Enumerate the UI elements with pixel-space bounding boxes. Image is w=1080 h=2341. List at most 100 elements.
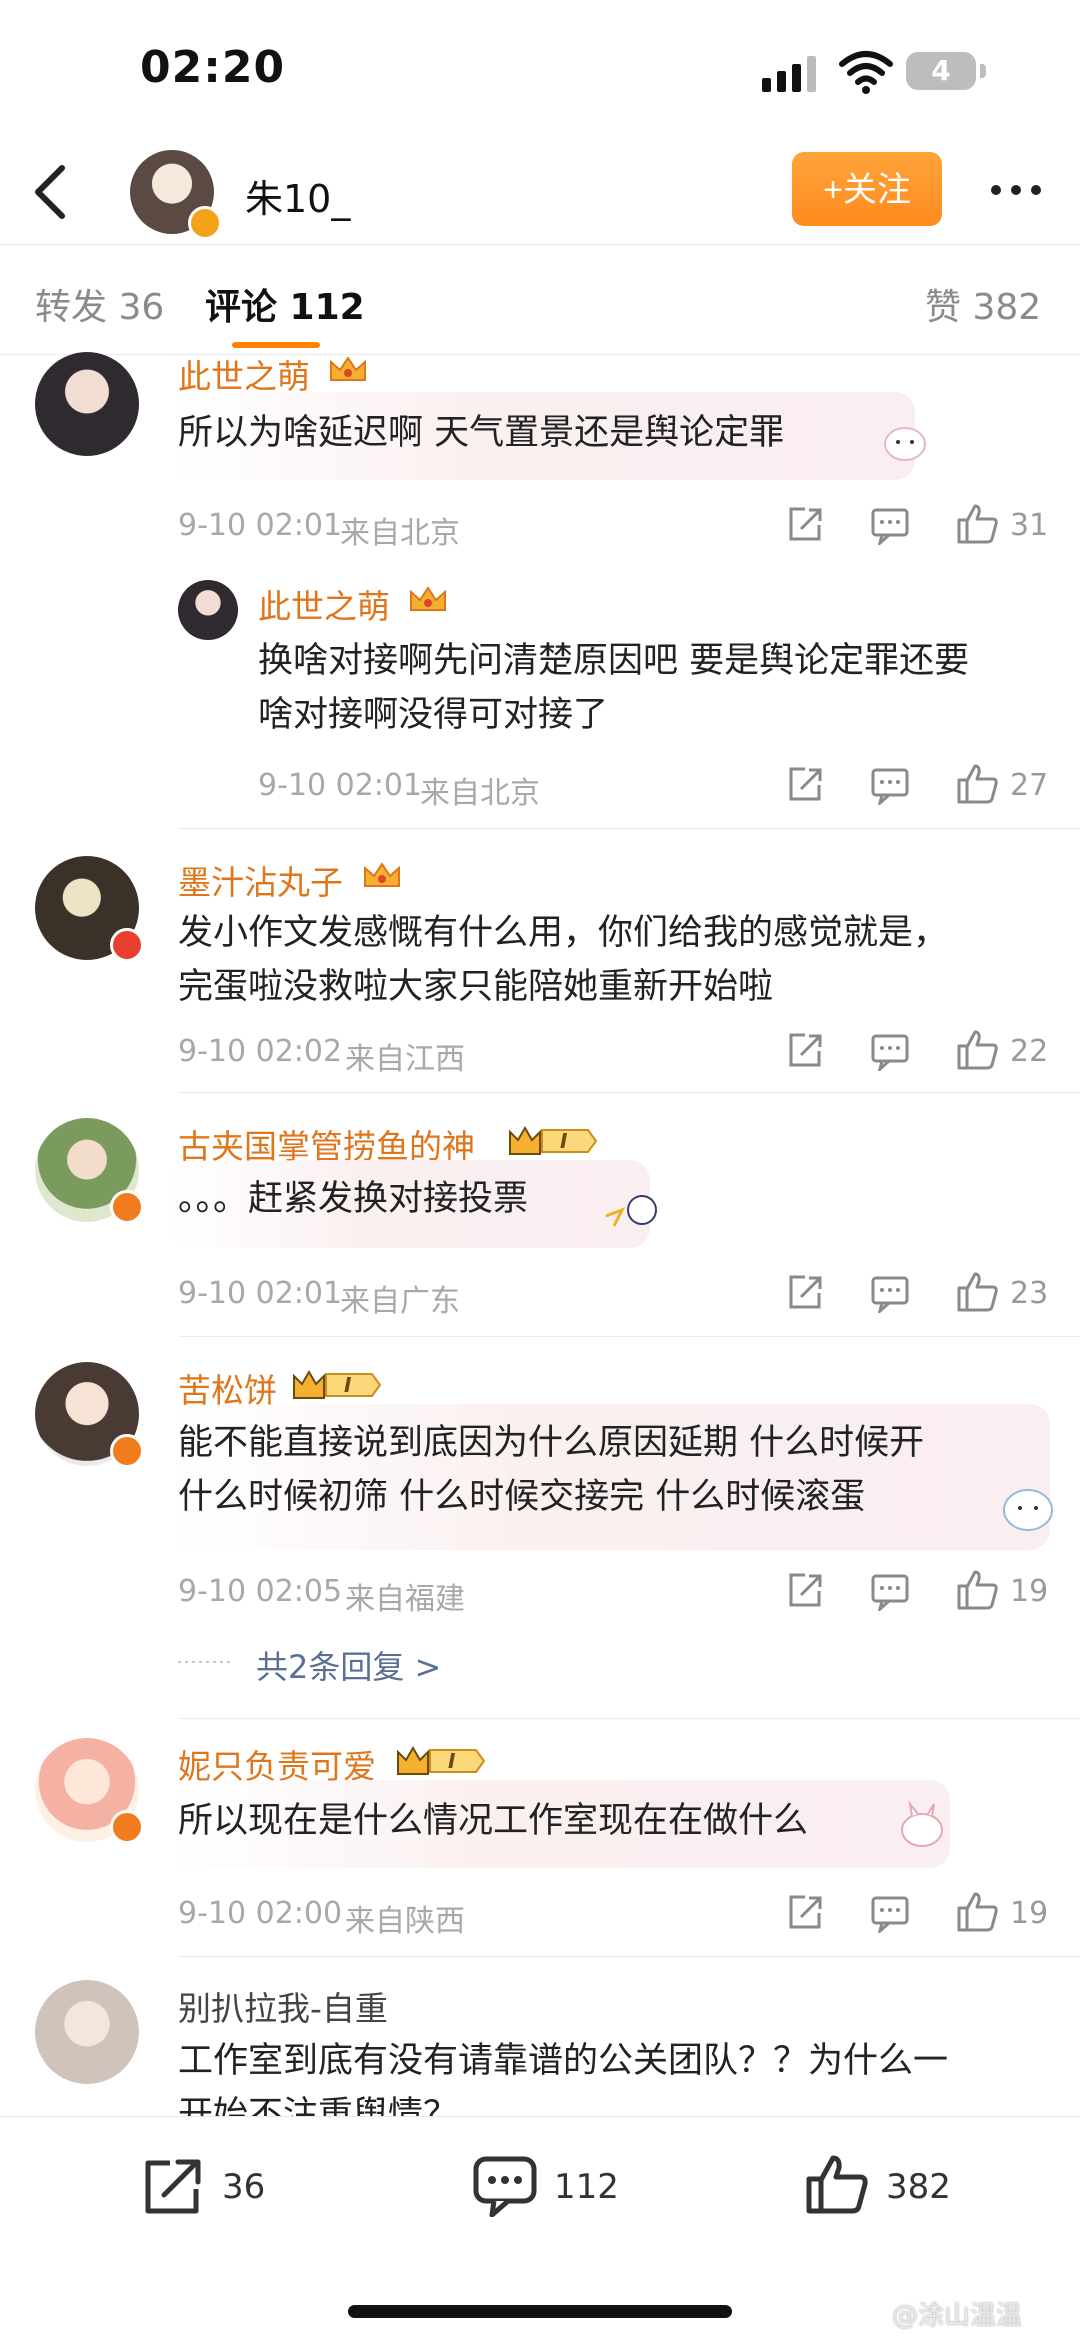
comment-text: 所以为啥延迟啊 天气置景还是舆论定罪 bbox=[178, 413, 785, 453]
verified-badge-icon bbox=[110, 1434, 144, 1468]
comment-text: 。。。赶紧发换对接投票 bbox=[178, 1179, 529, 1219]
like-icon[interactable] bbox=[804, 2153, 870, 2215]
comment-location: 来自福建 bbox=[345, 1582, 465, 1617]
dotted-line-icon bbox=[178, 1661, 234, 1663]
like-count: 31 bbox=[1010, 508, 1049, 543]
detail-tabs: 转发 36 评论 112 赞 382 bbox=[0, 246, 1080, 355]
active-tab-indicator bbox=[232, 342, 320, 348]
like-icon[interactable] bbox=[955, 1028, 999, 1072]
comment-text: 所以现在是什么情况工作室现在在做什么 bbox=[178, 1801, 809, 1841]
comment-text-line: 发小作文发感慨有什么用，你们给我的感觉就是， bbox=[178, 913, 949, 953]
crown-icon bbox=[410, 586, 446, 611]
tab-likes[interactable]: 赞 382 bbox=[925, 278, 1041, 330]
view-replies-link[interactable]: 共2条回复 > bbox=[256, 1642, 441, 1688]
home-indicator[interactable] bbox=[348, 2305, 732, 2318]
status-bar: 02:20 4 bbox=[0, 0, 1080, 140]
verified-badge-icon bbox=[110, 928, 144, 962]
comment-time: 9-10 02:01 bbox=[258, 768, 423, 803]
sticker-decoration-icon bbox=[605, 1195, 657, 1227]
like-icon[interactable] bbox=[955, 1890, 999, 1934]
author-name[interactable]: 朱10_ bbox=[245, 168, 350, 223]
more-options-icon[interactable] bbox=[988, 170, 1044, 210]
share-icon[interactable] bbox=[785, 1273, 825, 1313]
comment-location: 来自陕西 bbox=[345, 1904, 465, 1939]
like-icon[interactable] bbox=[955, 1270, 999, 1314]
crown-icon bbox=[330, 356, 366, 381]
tab-repost[interactable]: 转发 36 bbox=[35, 278, 164, 330]
sticker-decoration-icon bbox=[901, 1800, 943, 1847]
share-icon[interactable] bbox=[785, 765, 825, 805]
comment-location: 来自江西 bbox=[345, 1042, 465, 1077]
divider bbox=[178, 1336, 1080, 1337]
vip-badge-icon: I bbox=[397, 1746, 486, 1775]
divider bbox=[178, 1956, 1080, 1957]
comment-time: 9-10 02:01 bbox=[178, 1276, 343, 1311]
comment-count[interactable]: 112 bbox=[554, 2167, 619, 2207]
divider bbox=[178, 1092, 1080, 1093]
comment-time: 9-10 02:02 bbox=[178, 1034, 343, 1069]
vip-level-text: I bbox=[448, 1749, 456, 1773]
comment-location: 来自北京 bbox=[420, 776, 540, 811]
comment-username[interactable]: 墨汁沾丸子 bbox=[178, 856, 343, 904]
vip-level-text: I bbox=[344, 1373, 352, 1397]
post-header: 朱10_ +关注 bbox=[0, 140, 1080, 245]
like-count: 22 bbox=[1010, 1034, 1049, 1069]
comment-text-line: 能不能直接说到底因为什么原因延期 什么时候开 bbox=[178, 1423, 925, 1463]
reply-icon[interactable] bbox=[870, 1893, 910, 1933]
tab-comments[interactable]: 评论 112 bbox=[205, 278, 365, 330]
repost-icon[interactable] bbox=[140, 2155, 206, 2217]
verified-badge-icon bbox=[110, 1810, 144, 1844]
reply-icon[interactable] bbox=[870, 1571, 910, 1611]
divider bbox=[178, 828, 1080, 829]
follow-button[interactable]: +关注 bbox=[792, 152, 942, 226]
comment-text-line: 什么时候初筛 什么时候交接完 什么时候滚蛋 bbox=[178, 1477, 866, 1517]
divider bbox=[178, 1718, 1080, 1719]
share-icon[interactable] bbox=[785, 1031, 825, 1071]
like-count: 27 bbox=[1010, 768, 1049, 803]
comment-text-line: 完蛋啦没救啦大家只能陪她重新开始啦 bbox=[178, 967, 774, 1007]
battery-tip bbox=[980, 64, 986, 78]
avatar[interactable] bbox=[178, 580, 238, 640]
share-icon[interactable] bbox=[785, 1571, 825, 1611]
back-arrow-icon[interactable] bbox=[28, 162, 74, 222]
share-icon[interactable] bbox=[785, 1893, 825, 1933]
vip-badge-icon: I bbox=[293, 1370, 382, 1399]
watermark: @涂山温温 bbox=[892, 2301, 1023, 2331]
like-count: 23 bbox=[1010, 1276, 1049, 1311]
like-count[interactable]: 382 bbox=[886, 2167, 951, 2207]
sticker-decoration-icon bbox=[884, 427, 926, 461]
comment-text-line: 工作室到底有没有请靠谱的公关团队？？为什么一 bbox=[178, 2041, 949, 2081]
like-count: 19 bbox=[1010, 1896, 1049, 1931]
comment-username[interactable]: 别扒拉我-自重 bbox=[178, 1982, 388, 2030]
like-icon[interactable] bbox=[955, 1568, 999, 1612]
reply-icon[interactable] bbox=[870, 1031, 910, 1071]
like-count: 19 bbox=[1010, 1574, 1049, 1609]
comment-username[interactable]: 此世之萌 bbox=[258, 580, 390, 628]
comment-username[interactable]: 此世之萌 bbox=[178, 350, 310, 398]
signal-icon bbox=[762, 56, 816, 92]
reply-icon[interactable] bbox=[870, 1273, 910, 1313]
avatar[interactable] bbox=[35, 352, 139, 456]
comment-location: 来自北京 bbox=[340, 516, 460, 551]
wifi-icon bbox=[839, 51, 893, 94]
comment-location: 来自广东 bbox=[340, 1284, 460, 1319]
clock: 02:20 bbox=[140, 42, 286, 93]
comment-text-line: 换啥对接啊先问清楚原因吧 要是舆论定罪还要 bbox=[258, 641, 970, 681]
reply-icon[interactable] bbox=[870, 765, 910, 805]
repost-count[interactable]: 36 bbox=[222, 2167, 265, 2207]
share-icon[interactable] bbox=[785, 505, 825, 545]
comment-text-line: 啥对接啊没得可对接了 bbox=[258, 695, 609, 735]
avatar[interactable] bbox=[35, 1980, 139, 2084]
battery-indicator: 4 bbox=[906, 52, 976, 90]
comment-icon[interactable] bbox=[472, 2155, 538, 2217]
like-icon[interactable] bbox=[955, 762, 999, 806]
vip-level-text: I bbox=[560, 1129, 568, 1153]
crown-icon bbox=[364, 862, 400, 887]
vip-badge-icon: I bbox=[509, 1126, 598, 1155]
comment-time: 9-10 02:01 bbox=[178, 508, 343, 543]
reply-icon[interactable] bbox=[870, 505, 910, 545]
like-icon[interactable] bbox=[955, 502, 999, 546]
verified-badge-icon bbox=[110, 1190, 144, 1224]
verified-badge-icon bbox=[188, 206, 222, 240]
comment-time: 9-10 02:00 bbox=[178, 1896, 343, 1931]
